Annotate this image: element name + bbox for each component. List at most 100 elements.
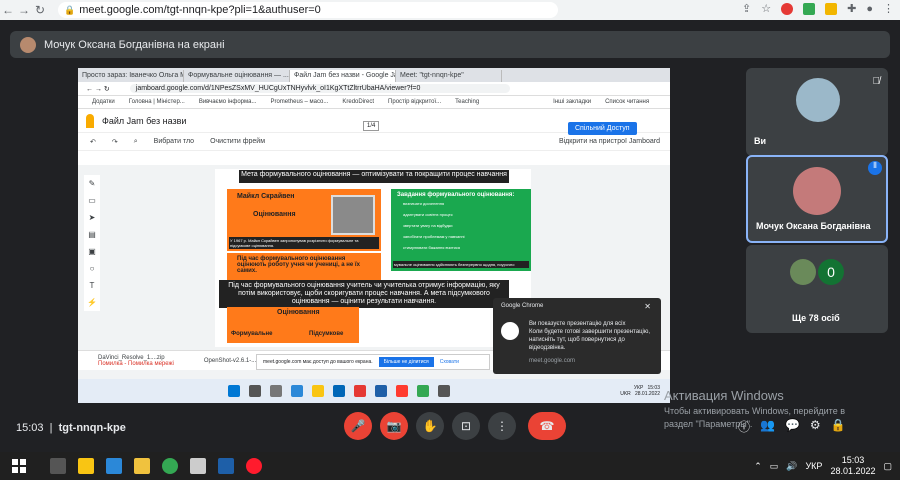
tile-name: Ви xyxy=(754,136,767,146)
jamboard-logo-icon xyxy=(86,113,94,128)
redo-icon: ↷ xyxy=(111,138,118,146)
address-bar[interactable]: 🔒 meet.google.com/tgt-nnqn-kpe?pli=1&aut… xyxy=(58,2,558,18)
notifications-icon[interactable]: ▢ xyxy=(883,461,892,472)
bottom-left: Формувальне xyxy=(231,331,273,337)
toast-text: Ви показуєте презентацію для всіх Коли бу… xyxy=(529,321,651,351)
stop-sharing-button: Більше не ділитися xyxy=(378,357,434,367)
presenter-avatar xyxy=(20,36,36,53)
download-item: DaVinci_Resolve_1....zip Помилка - Помилк… xyxy=(98,354,174,367)
extension-yellow-icon[interactable] xyxy=(825,2,838,15)
windows-taskbar: ⌃ ▭ 🔊 УКР 15:03 28.01.2022 ▢ xyxy=(0,452,900,480)
image-icon: ▣ xyxy=(88,247,96,256)
network-icon[interactable]: ▭ xyxy=(770,461,779,472)
forward-icon[interactable]: → xyxy=(16,3,32,17)
avatar-count: 0 xyxy=(818,259,844,285)
slide-orange-title: Оцінювання xyxy=(253,211,296,218)
slide-orange-block: Майкл Скрайвен Оцінювання У 1967 р. Майк… xyxy=(227,189,381,251)
tile-others[interactable]: 0 Ще 78 осіб xyxy=(746,245,888,333)
jamboard-share-button: Спільний Доступ xyxy=(568,122,637,135)
shared-windows-taskbar: УКР 15:03 UKR 28.01.2022 xyxy=(78,379,670,403)
eraser-icon: ▭ xyxy=(88,196,96,205)
download-item: OpenShot-v2.6.1-... xyxy=(203,357,257,364)
laser-icon: ⚡ xyxy=(87,298,97,307)
green-title: Завдання формувального оцінювання: xyxy=(397,192,515,198)
tile-presenter[interactable]: ⦀ Мочук Оксана Богданівна xyxy=(746,155,888,243)
folder-icon xyxy=(312,385,324,397)
save-icon[interactable] xyxy=(106,458,122,474)
reload-icon[interactable]: ↻ xyxy=(32,3,48,17)
shared-tray: УКР 15:03 UKR 28.01.2022 xyxy=(620,385,660,397)
search-icon[interactable] xyxy=(50,458,66,474)
language-indicator[interactable]: УКР xyxy=(805,461,822,471)
meeting-time: 15:03 | tgt-nnqn-kpe xyxy=(16,422,126,434)
hide-button: Сховати xyxy=(439,359,459,365)
shared-tab: Meet: "tgt-nnqn-kpe" xyxy=(396,70,502,82)
shared-tab: Формувальне оцінювання — ... xyxy=(184,70,290,82)
slide-name: Майкл Скрайвен xyxy=(237,193,295,200)
camera-toggle-button[interactable]: 📷 xyxy=(380,412,408,440)
word-icon[interactable] xyxy=(218,458,234,474)
host-controls-icon[interactable]: 🔒 xyxy=(831,418,846,435)
search-icon xyxy=(249,385,261,397)
browser-toolbar: ← → ↻ 🔒 meet.google.com/tgt-nnqn-kpe?pli… xyxy=(0,0,900,20)
mic-toggle-button[interactable]: 🎤 xyxy=(344,412,372,440)
shared-nav-icons: ← → ↻ xyxy=(86,85,110,93)
jamboard-toolbar: ↶ ↷ ⌕ Вибрати тло Очистити фрейм Відкрит… xyxy=(78,133,670,151)
more-options-button[interactable]: ⋮ xyxy=(488,412,516,440)
star-icon[interactable]: ☆ xyxy=(761,2,771,15)
profile-avatar-icon[interactable]: ● xyxy=(866,3,873,15)
slide: Мета формувального оцінювання — оптимізу… xyxy=(215,169,531,347)
open-device-label: Відкрити на пристрої Jamboard xyxy=(558,138,660,145)
zoom-icon: ⌕ xyxy=(133,137,138,145)
set-background-label: Вибрати тло xyxy=(153,138,195,145)
folder-icon[interactable] xyxy=(78,458,94,474)
explorer-icon[interactable] xyxy=(134,458,150,474)
app-icon[interactable] xyxy=(190,458,206,474)
people-icon[interactable]: 👥 xyxy=(760,418,775,435)
extension-red-icon[interactable] xyxy=(781,2,794,15)
close-icon[interactable]: ✕ xyxy=(644,302,651,311)
speaking-indicator-icon: ⦀ xyxy=(868,161,882,175)
windows-start-icon xyxy=(228,385,240,397)
end-call-button[interactable]: ☎ xyxy=(528,412,566,440)
portrait-photo xyxy=(331,195,375,235)
extensions-puzzle-icon[interactable]: ✚ xyxy=(847,2,856,15)
toast-app: Google Chrome xyxy=(501,303,544,309)
green-item: звертати увагу на відбудки xyxy=(403,223,453,228)
raise-hand-button[interactable]: ✋ xyxy=(416,412,444,440)
app-icon xyxy=(438,385,450,397)
bookmark-item: Простір відкритої... xyxy=(388,99,442,105)
activities-icon[interactable]: ⚙ xyxy=(810,418,821,435)
bookmark-item: Teaching xyxy=(455,99,480,105)
extension-shield-icon[interactable] xyxy=(803,2,816,15)
chrome-icon[interactable] xyxy=(162,458,178,474)
opera-icon[interactable] xyxy=(246,458,262,474)
photo-caption: У 1967 р. Майкл Скрайвен запропонував ро… xyxy=(229,237,379,249)
shared-tab-active: Файл Jam без назви - Google Ja... xyxy=(290,70,396,82)
chat-icon[interactable]: 💬 xyxy=(785,418,800,435)
menu-icon[interactable]: ⋮ xyxy=(883,2,894,15)
clock[interactable]: 15:03 28.01.2022 xyxy=(830,455,875,477)
shared-address-row: ← → ↻ jamboard.google.com/d/1NPesZSxMV_H… xyxy=(78,82,670,96)
avatar xyxy=(793,167,841,215)
tile-you[interactable]: 🎙̸ Ви xyxy=(746,68,888,156)
mic-off-icon: 🎙̸ xyxy=(872,76,881,87)
lock-icon: 🔒 xyxy=(64,4,76,15)
bookmark-item: Список читання xyxy=(605,99,650,105)
windows-start-icon[interactable] xyxy=(12,459,26,473)
bookmark-item: Вивчаємо інформа... xyxy=(198,99,257,105)
bookmark-item: Головна | Міністер... xyxy=(128,99,185,105)
info-icon[interactable]: ⓘ xyxy=(738,418,750,435)
chrome-notification[interactable]: Google Chrome ✕ Ви показуєте презентацію… xyxy=(493,298,661,374)
chevron-up-icon[interactable]: ⌃ xyxy=(754,461,762,472)
shape-icon: ○ xyxy=(89,264,95,273)
slide-green-block: Завдання формувального оцінювання: визна… xyxy=(391,189,531,271)
clear-frame-label: Очистити фрейм xyxy=(210,138,266,145)
chrome-icon xyxy=(417,385,429,397)
present-button[interactable]: ⊡ xyxy=(452,412,480,440)
word-icon xyxy=(375,385,387,397)
share-icon[interactable]: ⇪ xyxy=(742,2,751,15)
back-icon[interactable]: ← xyxy=(0,3,16,17)
volume-icon[interactable]: 🔊 xyxy=(786,461,797,472)
tile-name: Мочук Оксана Богданівна xyxy=(756,221,871,231)
